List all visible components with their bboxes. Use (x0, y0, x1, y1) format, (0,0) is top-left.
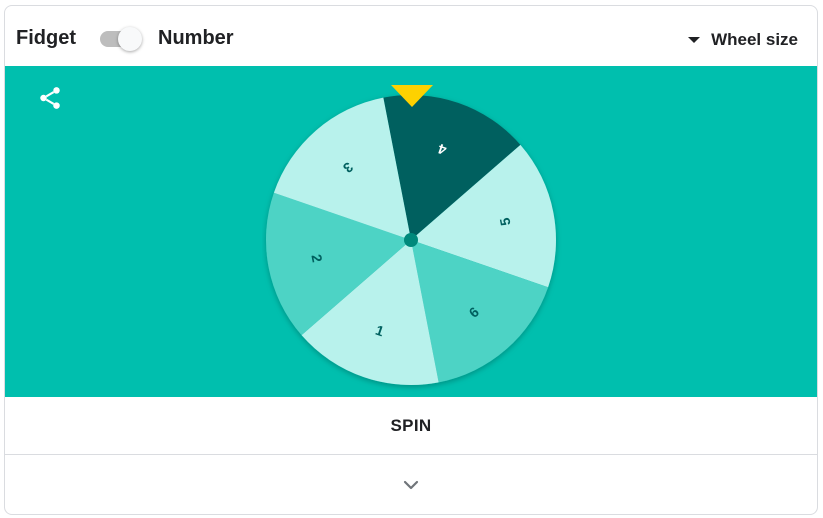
spinner-stage: 456123 (5, 66, 817, 397)
wheel-size-dropdown[interactable]: Wheel size (688, 29, 798, 51)
spinner-header: Fidget Number Wheel size (5, 6, 817, 66)
fidget-mode-label: Fidget (16, 27, 76, 49)
wheel-size-label: Wheel size (711, 30, 798, 49)
number-mode-label: Number (158, 27, 234, 49)
share-icon[interactable] (37, 85, 63, 111)
wheel-hub (404, 233, 418, 247)
chevron-down-icon (403, 480, 419, 490)
spinner-wheel[interactable]: 456123 (262, 76, 562, 396)
spinner-card: Fidget Number Wheel size 456123 SPIN (4, 5, 818, 515)
caret-down-icon (688, 37, 701, 43)
spin-label: SPIN (390, 415, 432, 435)
spin-button[interactable]: SPIN (5, 397, 817, 455)
toggle-thumb (118, 27, 142, 51)
expand-button[interactable] (5, 455, 817, 514)
mode-toggle-switch[interactable] (98, 25, 144, 51)
